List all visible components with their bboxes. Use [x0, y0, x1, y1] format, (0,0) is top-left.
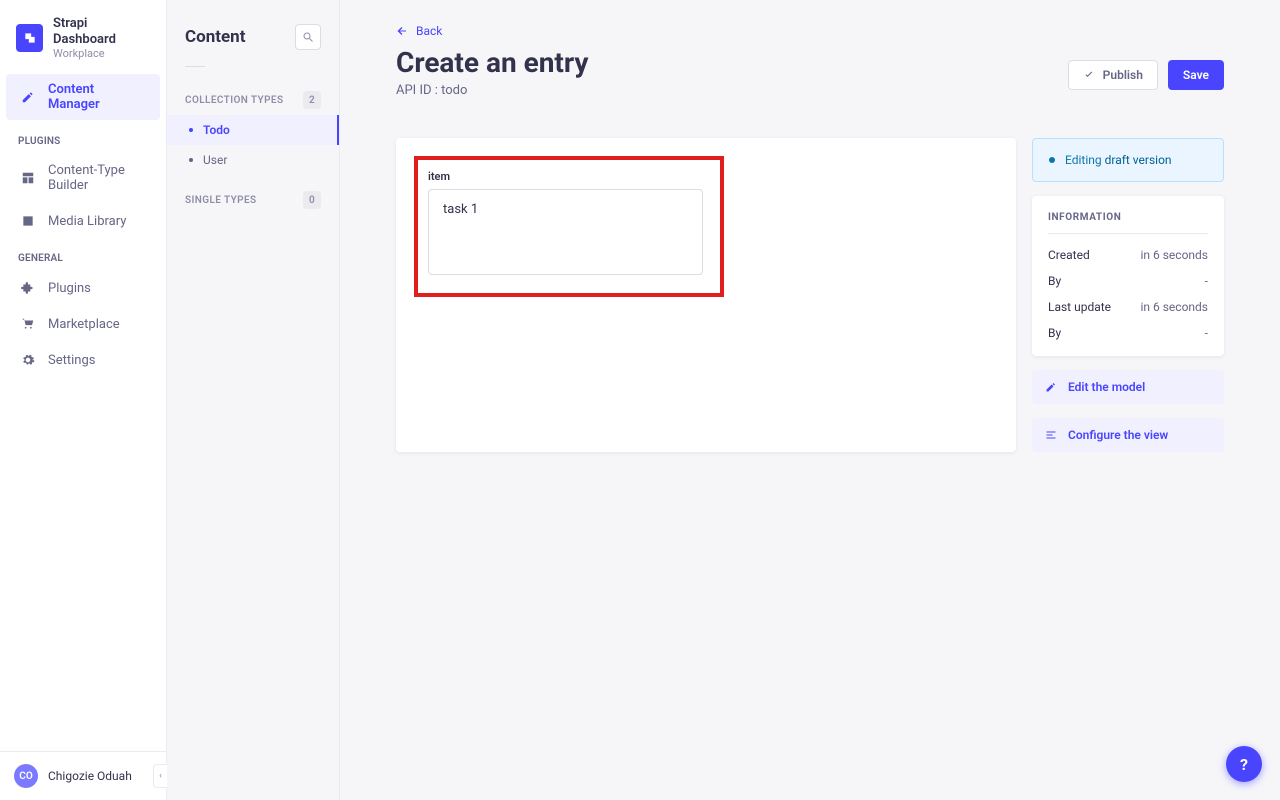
information-card: INFORMATION Created in 6 seconds By - La… [1032, 196, 1224, 356]
avatar: CO [14, 764, 38, 788]
publish-label: Publish [1103, 68, 1143, 82]
user-footer[interactable]: CO Chigozie Oduah ‹ [0, 751, 166, 800]
field-item-label: item [428, 170, 710, 183]
status-dot-icon [1049, 157, 1055, 163]
collection-types-list: Todo User [167, 115, 339, 175]
nav-content-manager[interactable]: Content Manager [6, 74, 160, 120]
layout-config-icon [1044, 428, 1058, 442]
nav-plugins[interactable]: Plugins [6, 272, 160, 304]
info-val: - [1205, 274, 1208, 288]
info-row: Last update in 6 seconds [1048, 300, 1208, 314]
edit-model-button[interactable]: Edit the model [1032, 370, 1224, 404]
info-key: Created [1048, 248, 1090, 262]
main-content: Back Create an entry API ID : todo Publi… [340, 0, 1280, 800]
info-key: By [1048, 326, 1061, 340]
collection-item-user[interactable]: User [167, 145, 339, 175]
page-header-text: Create an entry API ID : todo [396, 46, 589, 98]
single-types-count: 0 [303, 191, 321, 209]
single-types-label: SINGLE TYPES [185, 195, 257, 206]
nav-plugins-label: Plugins [48, 281, 91, 296]
field-item-input[interactable] [428, 189, 703, 275]
nav-media-label: Media Library [48, 214, 126, 229]
arrow-left-icon [396, 25, 408, 37]
nav-media-library[interactable]: Media Library [6, 205, 160, 237]
cart-icon [20, 316, 36, 332]
info-row: By - [1048, 274, 1208, 288]
collection-item-label: Todo [203, 123, 230, 137]
collection-types-label: COLLECTION TYPES [185, 95, 283, 106]
strapi-logo-icon [23, 31, 37, 45]
status-suffix: draft version [1105, 153, 1172, 167]
entry-form-card: item [396, 138, 1016, 452]
brand-subtitle: Workplace [53, 47, 150, 60]
help-fab[interactable]: ? [1226, 746, 1262, 782]
configure-view-button[interactable]: Configure the view [1032, 418, 1224, 452]
check-icon [1083, 69, 1095, 81]
nav-marketplace[interactable]: Marketplace [6, 308, 160, 340]
collection-types-header: COLLECTION TYPES 2 [167, 75, 339, 115]
plugins-section-header: PLUGINS [0, 122, 166, 153]
content-search-button[interactable] [295, 24, 321, 50]
image-icon [20, 213, 36, 229]
info-row: Created in 6 seconds [1048, 248, 1208, 262]
pencil-icon [1044, 380, 1058, 394]
save-button[interactable]: Save [1168, 60, 1224, 90]
collection-item-label: User [203, 153, 227, 167]
info-row: By - [1048, 326, 1208, 340]
nav-settings[interactable]: Settings [6, 344, 160, 376]
editing-status-card: Editing draft version [1032, 138, 1224, 182]
single-types-header: SINGLE TYPES 0 [167, 175, 339, 215]
back-link[interactable]: Back [396, 24, 1224, 38]
brand-title: Strapi Dashboard [53, 16, 150, 47]
nav-marketplace-label: Marketplace [48, 317, 120, 332]
content-sidebar: Content COLLECTION TYPES 2 Todo User SIN… [167, 0, 340, 800]
brand-logo [16, 24, 43, 52]
primary-sidebar: Strapi Dashboard Workplace Content Manag… [0, 0, 167, 800]
publish-button[interactable]: Publish [1068, 60, 1158, 90]
save-label: Save [1183, 68, 1209, 82]
api-id: API ID : todo [396, 83, 589, 98]
pencil-square-icon [20, 89, 36, 105]
info-val: in 6 seconds [1140, 300, 1208, 314]
content-sidebar-title: Content [185, 27, 245, 47]
side-rail: Editing draft version INFORMATION Create… [1032, 138, 1224, 452]
highlight-annotation: item [414, 156, 724, 297]
sidebar-collapse-toggle[interactable]: ‹ [153, 764, 167, 788]
divider [185, 66, 205, 67]
user-name: Chigozie Oduah [48, 769, 132, 783]
nav-ctb-label: Content-Type Builder [48, 163, 146, 193]
general-section-header: GENERAL [0, 239, 166, 270]
puzzle-icon [20, 280, 36, 296]
chevron-left-icon: ‹ [159, 771, 162, 781]
page-title: Create an entry [396, 46, 589, 79]
gear-icon [20, 352, 36, 368]
layout-icon [20, 170, 36, 186]
question-icon: ? [1240, 755, 1248, 774]
collection-item-todo[interactable]: Todo [167, 115, 339, 145]
search-icon [302, 31, 314, 43]
brand-text: Strapi Dashboard Workplace [53, 16, 150, 60]
header-actions: Publish Save [1068, 60, 1224, 90]
info-key: By [1048, 274, 1061, 288]
nav-content-type-builder[interactable]: Content-Type Builder [6, 155, 160, 201]
configure-view-label: Configure the view [1068, 428, 1168, 442]
brand-block: Strapi Dashboard Workplace [0, 0, 166, 72]
status-prefix: Editing [1065, 153, 1105, 167]
back-label: Back [416, 24, 442, 38]
info-val: in 6 seconds [1140, 248, 1208, 262]
nav-settings-label: Settings [48, 353, 95, 368]
info-val: - [1205, 326, 1208, 340]
info-key: Last update [1048, 300, 1111, 314]
information-heading: INFORMATION [1048, 212, 1208, 234]
nav-content-manager-label: Content Manager [48, 82, 146, 112]
collection-types-count: 2 [303, 91, 321, 109]
edit-model-label: Edit the model [1068, 380, 1145, 394]
